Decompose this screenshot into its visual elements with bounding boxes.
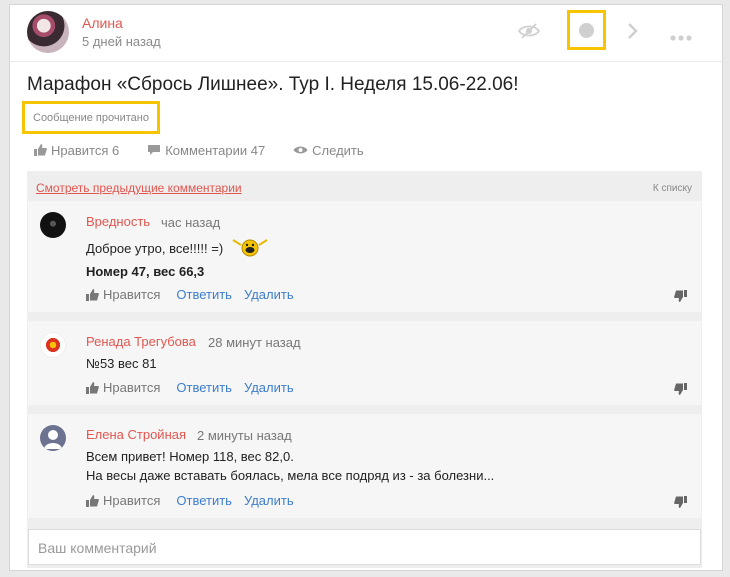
thumbs-up-icon [86,381,99,394]
comment-item: Ренада Трегубова 28 минут назад №53 вес … [28,321,701,405]
reply-link[interactable]: Ответить [176,287,232,302]
to-list-link[interactable]: К списку [653,183,692,194]
thumbs-down-icon[interactable] [674,495,687,513]
like-button[interactable]: Нравится 6 [34,143,119,158]
comment-bold-text: Номер 47, вес 66,3 [86,264,205,279]
comments-section: Смотреть предыдущие комментарии К списку… [27,171,702,568]
comment-like-button[interactable]: Нравится [86,380,160,395]
delete-link[interactable]: Удалить [244,287,294,302]
delete-link[interactable]: Удалить [244,380,294,395]
reply-link[interactable]: Ответить [176,380,232,395]
delete-link[interactable]: Удалить [244,493,294,508]
comment-text: №53 вес 81 [86,356,157,371]
comment-like-button[interactable]: Нравится [86,287,160,302]
author-avatar[interactable] [27,11,69,53]
comment-like-button[interactable]: Нравится [86,493,160,508]
more-icon[interactable] [670,28,692,46]
comment-actions: Нравится Ответить Удалить [86,380,306,395]
comment-time: 2 минуты назад [197,428,292,443]
follow-label: Следить [312,142,364,158]
comment-text: На весы даже вставать боялась, мела все … [86,468,495,483]
read-status-text: Сообщение прочитано [33,111,149,124]
smiley-icon [231,237,269,262]
commenter-name[interactable]: Елена Стройная [86,427,186,442]
read-status-badge: Сообщение прочитано [22,101,160,134]
eye-icon [293,146,308,154]
comment-input[interactable]: Ваш комментарий [28,529,701,565]
mark-read-button[interactable] [567,10,606,50]
comment-icon [148,145,161,155]
comments-label: Комментарии 47 [165,142,266,158]
commenter-name[interactable]: Вредность [86,214,150,229]
circle-icon [579,22,594,38]
follow-button[interactable]: Следить [293,143,364,158]
post-card: Алина 5 дней назад Марафон «Сбрось Лишне… [9,4,723,571]
commenter-avatar[interactable] [40,212,66,238]
thumbs-up-icon [86,288,99,301]
post-actions: Нравится 6 Комментарии 47 Следить [34,140,392,160]
thumbs-up-icon [86,494,99,507]
comment-like-label: Нравится [103,493,161,508]
comment-text: Всем привет! Номер 118, вес 82,0. [86,449,294,464]
comment-input-placeholder: Ваш комментарий [38,540,157,556]
like-label: Нравится 6 [51,142,120,158]
comment-time: 28 минут назад [208,335,301,350]
commenter-avatar[interactable] [40,332,66,358]
post-header: Алина 5 дней назад [10,5,722,62]
eye-off-icon[interactable] [517,23,541,44]
prev-comments-link[interactable]: Смотреть предыдущие комментарии [36,181,242,195]
comment-like-label: Нравится [103,287,161,302]
comment-item: Вредность час назад Доброе утро, все!!!!… [28,201,701,312]
comment-time: час назад [161,215,221,230]
comment-text-line: Доброе утро, все!!!!! =) [86,237,269,262]
thumbs-down-icon[interactable] [674,382,687,400]
comment-like-label: Нравится [103,380,161,395]
comment-actions: Нравится Ответить Удалить [86,287,306,302]
comment-text: Доброе утро, все!!!!! =) [86,240,224,256]
coat-of-arms-icon [44,336,62,354]
commenter-name[interactable]: Ренада Трегубова [86,334,196,349]
commenter-avatar[interactable] [40,425,66,451]
user-silhouette-icon [44,430,62,449]
reply-link[interactable]: Ответить [176,493,232,508]
comments-button[interactable]: Комментарии 47 [147,143,265,158]
author-name[interactable]: Алина [82,15,123,31]
comment-actions: Нравится Ответить Удалить [86,493,306,508]
post-time: 5 дней назад [82,34,161,49]
comment-item: Елена Стройная 2 минуты назад Всем приве… [28,414,701,518]
thumbs-up-icon [34,144,47,156]
post-title: Марафон «Сбрось Лишнее». Тур I. Неделя 1… [27,74,519,95]
chevron-right-icon[interactable] [627,22,639,45]
thumbs-down-icon[interactable] [674,289,687,307]
